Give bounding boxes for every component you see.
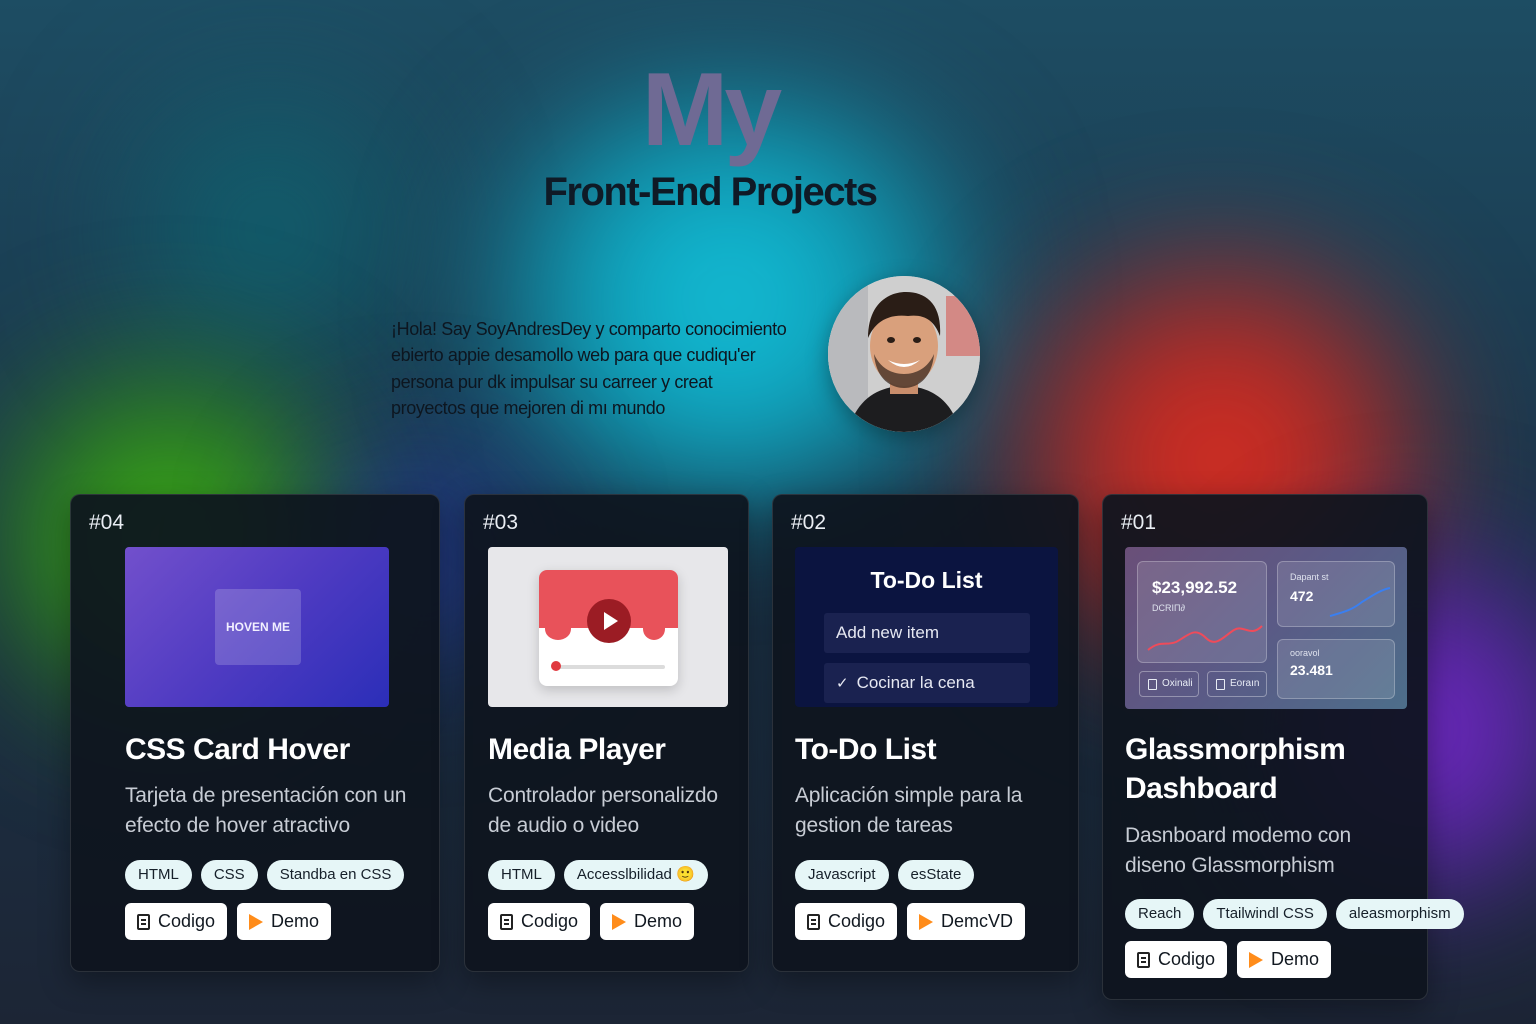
project-number: #04: [89, 511, 125, 534]
project-card-02: #02 To-Do List Add new item ✓ Cocinar la …: [772, 494, 1079, 972]
avatar: [828, 276, 980, 432]
hover-me-button: HOVEN ME: [215, 589, 301, 665]
demo-button[interactable]: Demo: [237, 903, 332, 940]
tag: aleasmorphism: [1335, 899, 1464, 929]
glass-button: Eoraın: [1207, 671, 1267, 697]
project-thumbnail[interactable]: To-Do List Add new item ✓ Cocinar la cena: [795, 547, 1058, 707]
project-number: #02: [791, 511, 827, 534]
demo-button[interactable]: Demo: [600, 903, 695, 940]
tag: Accesslbilidad 🙂: [563, 860, 708, 890]
project-description: Aplicación simple para la gestion de tar…: [795, 784, 1023, 837]
project-card-04: #04 HOVEN ME CSS Card Hover Tarjeta de p…: [70, 494, 440, 972]
video-player-icon: [539, 570, 678, 686]
code-button-label: Codigo: [521, 911, 579, 931]
project-card-03: #03 Media Player Controlador personalizd…: [464, 494, 749, 972]
code-button-label: Codigo: [158, 911, 216, 931]
stat1-value: 472: [1290, 588, 1314, 604]
tag: esState: [897, 860, 975, 890]
tag: Standba en CSS: [266, 860, 405, 890]
trend-icon: [1329, 587, 1391, 617]
tag: Javascript: [795, 860, 889, 890]
glass-chart-pane: $23,992.52 DCRIΠ∂: [1137, 561, 1267, 663]
card-actions: Codigo Demo: [488, 903, 695, 940]
glass-stat-pane: ooravol 23.481: [1277, 639, 1395, 699]
stat2-caption: ooravol: [1290, 648, 1320, 658]
code-button[interactable]: Codigo: [795, 903, 898, 940]
amount-caption: DCRIΠ∂: [1152, 603, 1185, 613]
file-code-icon: [137, 913, 150, 930]
todo-item-label: Cocinar la cena: [856, 673, 975, 692]
project-card-01: #01 $23,992.52 DCRIΠ∂ Dapant st 472 oora…: [1102, 494, 1464, 1000]
tag-list: HTML CSS Standba en CSS: [125, 860, 405, 890]
project-number: #03: [483, 511, 519, 534]
tag-list: HTML Accesslbilidad 🙂: [488, 860, 708, 890]
file-code-icon: [807, 913, 820, 930]
tag: Ttailwindl CSS: [1203, 899, 1327, 929]
todo-item: ✓ Cocinar la cena: [824, 663, 1030, 703]
file-code-icon: [1137, 951, 1150, 968]
tag: HTML: [125, 860, 192, 890]
project-thumbnail[interactable]: HOVEN ME: [125, 547, 389, 707]
project-description: Tarjeta de presentación con un efecto de…: [125, 784, 407, 837]
card-actions: Codigo DemcVD: [795, 903, 1026, 940]
project-title: Glassmorphism Dashboard: [1125, 733, 1346, 805]
play-icon: [919, 913, 934, 930]
play-icon: [1249, 951, 1264, 968]
project-number: #01: [1121, 511, 1157, 534]
card-actions: Codigo Demo: [1125, 941, 1332, 978]
project-thumbnail[interactable]: [488, 547, 728, 707]
glass-stat-pane: Dapant st 472: [1277, 561, 1395, 627]
tag-list: Reach Ttailwindl CSS aleasmorphism: [1125, 899, 1464, 929]
demo-button-label: Demo: [634, 911, 683, 931]
demo-button[interactable]: Demo: [1237, 941, 1332, 978]
tag-list: Javascript esState: [795, 860, 975, 890]
amount-value: $23,992.52: [1152, 578, 1238, 597]
page-title: Front-End Projects: [543, 170, 878, 214]
stat2-value: 23.481: [1290, 662, 1333, 678]
tag: CSS: [200, 860, 258, 890]
profile-photo: [828, 276, 980, 432]
play-circle-icon: [587, 599, 631, 643]
file-code-icon: [500, 913, 513, 930]
project-title: Media Player: [488, 733, 666, 766]
intro-text: ¡Hola! Say SoyAndresDey y comparto conoc…: [391, 319, 787, 418]
code-button-label: Codigo: [1158, 949, 1216, 969]
tag: HTML: [488, 860, 555, 890]
project-description: Dasnboard modemo con diseno Glassmorphis…: [1125, 824, 1351, 877]
project-title: CSS Card Hover: [125, 733, 350, 766]
todo-input: Add new item: [824, 613, 1030, 653]
demo-button-label: Demo: [271, 911, 320, 931]
line-chart-icon: [1147, 625, 1263, 651]
code-button-label: Codigo: [828, 911, 886, 931]
stat1-caption: Dapant st: [1290, 572, 1329, 582]
code-button[interactable]: Codigo: [125, 903, 228, 940]
card-actions: Codigo Demo: [125, 903, 332, 940]
play-icon: [612, 913, 627, 930]
code-button[interactable]: Codigo: [488, 903, 591, 940]
code-button[interactable]: Codigo: [1125, 941, 1228, 978]
glass-button: Oxinali: [1139, 671, 1199, 697]
demo-button-label: DemcVD: [941, 911, 1014, 931]
project-title: To-Do List: [795, 733, 937, 766]
project-thumbnail[interactable]: $23,992.52 DCRIΠ∂ Dapant st 472 ooravol …: [1125, 547, 1407, 709]
todo-heading: To-Do List: [870, 567, 983, 593]
demo-button-label: Demo: [1271, 949, 1320, 969]
tag: Reach: [1125, 899, 1195, 929]
project-description: Controlador personalizdo de audio o vide…: [488, 784, 718, 837]
play-icon: [249, 913, 264, 930]
demo-button[interactable]: DemcVD: [907, 903, 1026, 940]
hero-my-text: My: [641, 52, 782, 168]
check-icon: ✓: [836, 675, 849, 692]
